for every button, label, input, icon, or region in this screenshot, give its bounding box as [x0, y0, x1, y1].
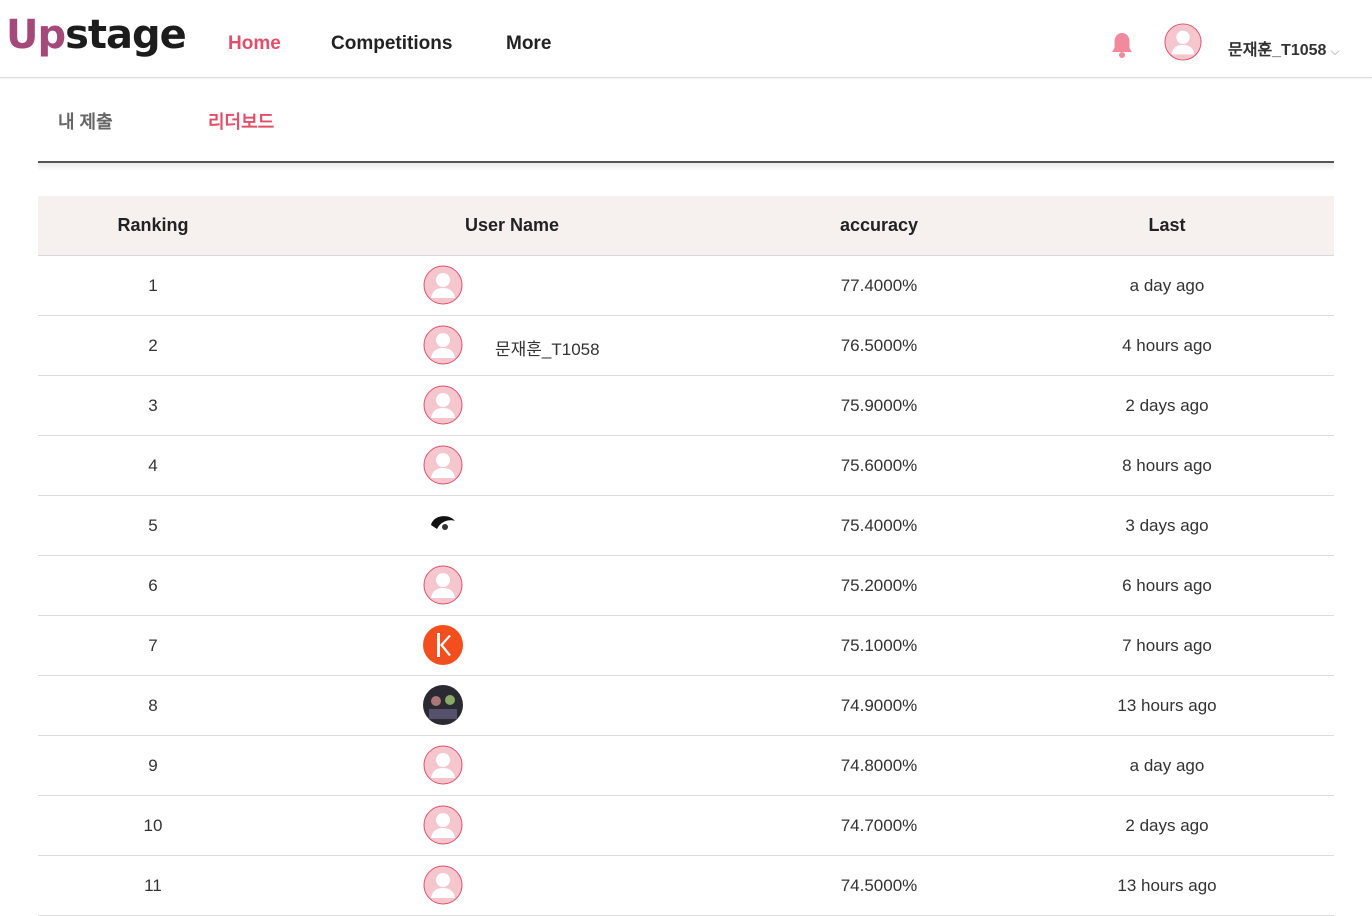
accuracy-cell: 75.1000%: [840, 636, 918, 655]
user-avatar: [423, 505, 463, 545]
rank-cell: 9: [148, 756, 158, 775]
table-row: 6 75.2000% 6 hours ago: [38, 556, 1334, 616]
last-submission-cell: 4 hours ago: [1122, 336, 1212, 355]
table-row: 8 74.9000% 13 hours ago: [38, 676, 1334, 736]
accuracy-cell: 74.5000%: [840, 876, 918, 895]
column-header-accuracy: accuracy: [839, 215, 919, 235]
table-row: 5 75.4000% 3 days ago: [38, 496, 1334, 556]
table-header: Ranking User Name accuracy Last: [38, 196, 1334, 256]
user-avatar: [423, 805, 463, 845]
leaderboard-table: Ranking User Name accuracy Last 1 77.4000…: [38, 196, 1334, 916]
rank-cell: 3: [148, 396, 158, 415]
table-row: 3 75.9000% 2 days ago: [38, 376, 1334, 436]
last-submission-cell: 2 days ago: [1125, 816, 1209, 835]
user-avatar: [423, 385, 463, 425]
user-avatar: [423, 445, 463, 485]
logo-up-text: Up: [6, 12, 66, 58]
user-avatar: [423, 325, 463, 365]
column-header-user-name: User Name: [464, 215, 560, 235]
rank-cell: 4: [148, 456, 158, 475]
rank-cell: 11: [144, 876, 162, 895]
last-submission-cell: 2 days ago: [1125, 396, 1209, 415]
accuracy-cell: 74.9000%: [840, 696, 918, 715]
accuracy-cell: 75.9000%: [840, 396, 918, 415]
tab-leaderboard[interactable]: 리더보드: [208, 108, 274, 134]
last-submission-cell: 8 hours ago: [1122, 456, 1212, 475]
tab-divider-shadow: [38, 163, 1334, 171]
rank-cell: 1: [148, 276, 158, 295]
rank-cell: 10: [143, 816, 163, 835]
rank-cell: 2: [148, 336, 158, 355]
column-header-ranking: Ranking: [117, 215, 189, 235]
table-row: 11 74.5000% 13 hours ago: [38, 856, 1334, 916]
last-submission-cell: 13 hours ago: [1117, 876, 1217, 895]
nav-home[interactable]: Home: [228, 33, 281, 55]
accuracy-cell: 75.6000%: [840, 456, 918, 475]
rank-cell: 5: [148, 516, 158, 535]
bell-icon[interactable]: [1110, 31, 1134, 59]
table-row: 7 75.1000% 7 hours ago: [38, 616, 1334, 676]
last-submission-cell: a day ago: [1129, 276, 1205, 295]
last-submission-cell: a day ago: [1129, 756, 1205, 775]
table-row: 1 77.4000% a day ago: [38, 256, 1334, 316]
nav-more[interactable]: More: [506, 33, 551, 55]
table-row: 9 74.8000% a day ago: [38, 736, 1334, 796]
table-row: 2 문재훈_T1058 76.5000% 4 hours ago: [38, 316, 1334, 376]
table-row: 10 74.7000% 2 days ago: [38, 796, 1334, 856]
rank-cell: 8: [148, 696, 158, 715]
last-submission-cell: 7 hours ago: [1122, 636, 1212, 655]
tab-my-submissions[interactable]: 내 제출: [58, 108, 113, 134]
accuracy-cell: 76.5000%: [840, 336, 918, 355]
user-name-label: 문재훈_T1058: [1228, 42, 1327, 59]
user-avatar: [423, 745, 463, 785]
nav-competitions[interactable]: Competitions: [331, 33, 452, 55]
upstage-logo[interactable]: Upstage: [6, 12, 187, 58]
user-avatar: [423, 265, 463, 305]
user-avatar: [423, 565, 463, 605]
accuracy-cell: 77.4000%: [840, 276, 918, 295]
last-submission-cell: 13 hours ago: [1117, 696, 1217, 715]
top-bar: Upstage Home Competitions More 문재훈_T1058…: [0, 0, 1372, 78]
last-submission-cell: 3 days ago: [1125, 516, 1209, 535]
rank-cell: 6: [148, 576, 158, 595]
accuracy-cell: 74.8000%: [840, 756, 918, 775]
rank-cell: 7: [148, 636, 158, 655]
user-avatar: [423, 865, 463, 905]
table-body: 1 77.4000% a day ago 2 문재훈_T1058 76.5000% 4 ho…: [38, 256, 1334, 916]
logo-stage-text: stage: [65, 12, 187, 58]
user-menu[interactable]: 문재훈_T1058 ⌵: [1228, 36, 1340, 60]
user-avatar: [423, 625, 463, 665]
chevron-down-icon: ⌵: [1330, 44, 1340, 58]
column-header-last: Last: [1148, 215, 1186, 235]
user-avatar: [423, 685, 463, 725]
avatar-icon[interactable]: [1164, 23, 1202, 61]
accuracy-cell: 74.7000%: [840, 816, 918, 835]
last-submission-cell: 6 hours ago: [1122, 576, 1212, 595]
accuracy-cell: 75.2000%: [840, 576, 918, 595]
user-name-cell: 문재훈_T1058: [495, 340, 600, 359]
table-row: 4 75.6000% 8 hours ago: [38, 436, 1334, 496]
accuracy-cell: 75.4000%: [840, 516, 918, 535]
